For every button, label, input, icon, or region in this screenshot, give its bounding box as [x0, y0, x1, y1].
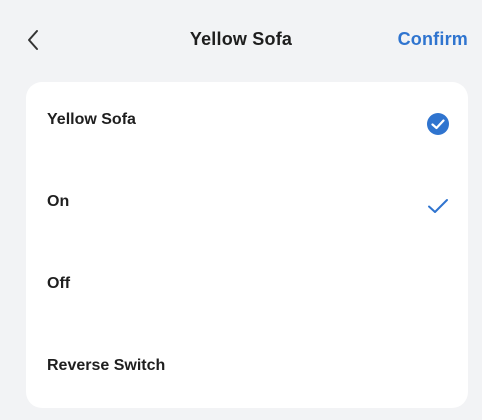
check-circle-filled-icon: [426, 112, 450, 136]
confirm-button[interactable]: Confirm: [398, 29, 468, 50]
option-label: Off: [47, 275, 71, 292]
options-card: Yellow Sofa On Off Reverse Switch: [26, 82, 468, 408]
option-label: On: [47, 193, 70, 210]
check-icon: [426, 194, 450, 218]
top-bar: Yellow Sofa Confirm: [0, 0, 482, 82]
option-row-yellow-sofa[interactable]: Yellow Sofa: [26, 82, 468, 162]
option-row-reverse-switch[interactable]: Reverse Switch: [26, 328, 468, 408]
option-row-off[interactable]: Off: [26, 246, 468, 326]
option-label: Yellow Sofa: [47, 111, 136, 128]
option-label: Reverse Switch: [47, 357, 166, 374]
option-row-on[interactable]: On: [26, 164, 468, 244]
